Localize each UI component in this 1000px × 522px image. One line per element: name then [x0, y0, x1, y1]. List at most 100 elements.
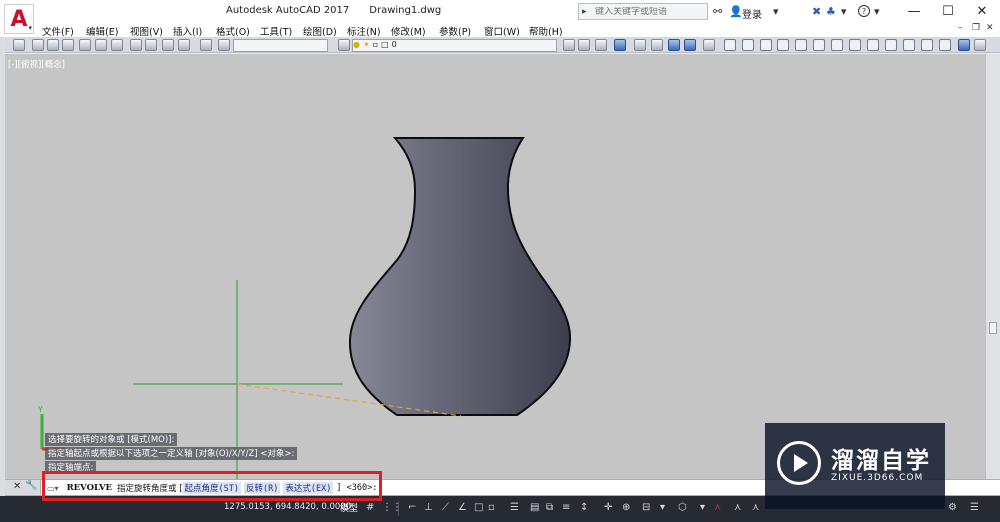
- copy-icon[interactable]: [145, 39, 157, 51]
- menu-item-view[interactable]: 视图(V): [130, 24, 163, 38]
- ucs-view-icon[interactable]: [795, 39, 807, 51]
- help-button[interactable]: ?: [858, 5, 870, 17]
- shaded-icon[interactable]: [668, 39, 680, 51]
- annotation-monitor-icon[interactable]: ⊟: [642, 502, 650, 513]
- named-ucs-icon[interactable]: [939, 39, 951, 51]
- chevron-down-icon[interactable]: ▾: [700, 502, 705, 513]
- search-input[interactable]: [595, 6, 705, 17]
- isometric-icon[interactable]: ⟋: [442, 502, 449, 513]
- chevron-down-icon[interactable]: ▾: [841, 5, 847, 18]
- transparency-icon[interactable]: ▤: [530, 502, 539, 513]
- chevron-down-icon[interactable]: ▾: [874, 5, 880, 18]
- lineweight-icon[interactable]: ☰: [510, 502, 519, 513]
- a360-icon[interactable]: ♣: [826, 5, 836, 18]
- user-icon[interactable]: 👤: [729, 5, 743, 18]
- save-icon[interactable]: [62, 39, 74, 51]
- undo-icon[interactable]: [200, 39, 212, 51]
- auto-scale-icon[interactable]: ⋏: [752, 502, 759, 513]
- publish-icon[interactable]: [111, 39, 123, 51]
- chevron-down-icon[interactable]: ▾: [773, 5, 779, 18]
- application-menu-button[interactable]: A ▾: [4, 4, 34, 34]
- match-properties-icon[interactable]: [178, 39, 190, 51]
- ucs-3point-icon[interactable]: [849, 39, 861, 51]
- dynamic-input-icon[interactable]: ↕: [580, 502, 588, 513]
- menu-item-modify[interactable]: 修改(M): [391, 24, 426, 38]
- realistic-icon[interactable]: [634, 39, 646, 51]
- menu-item-parametric[interactable]: 参数(P): [439, 24, 471, 38]
- redo-icon[interactable]: [218, 39, 230, 51]
- menu-item-dimension[interactable]: 标注(N): [347, 24, 381, 38]
- polar-icon[interactable]: ⊥: [424, 502, 433, 513]
- layer-previous-icon[interactable]: [578, 39, 590, 51]
- make-current-icon[interactable]: [563, 39, 575, 51]
- menu-item-file[interactable]: 文件(F): [42, 24, 74, 38]
- command-line-grip[interactable]: ✕ 🔧: [5, 480, 41, 495]
- ucs-x-icon[interactable]: [867, 39, 879, 51]
- hardware-acceleration-icon[interactable]: ⚙: [948, 502, 957, 513]
- ucs-y-icon[interactable]: [885, 39, 897, 51]
- drawing-viewport[interactable]: Y [-][俯视][概念]: [5, 54, 985, 479]
- ucs-z-icon[interactable]: [903, 39, 915, 51]
- cut-icon[interactable]: [130, 39, 142, 51]
- gizmo-icon[interactable]: ⊕: [622, 502, 630, 513]
- wrench-icon[interactable]: 🔧: [25, 480, 37, 491]
- ucs-previous-icon[interactable]: [742, 39, 754, 51]
- doc-minimize-icon[interactable]: –: [958, 23, 963, 33]
- material-icon[interactable]: [703, 39, 715, 51]
- menu-item-format[interactable]: 格式(O): [216, 24, 250, 38]
- maximize-button[interactable]: ☐: [931, 0, 965, 22]
- quick-properties-icon[interactable]: ⬡: [678, 502, 687, 513]
- plot-icon[interactable]: [79, 39, 91, 51]
- annotation-visibility-icon[interactable]: ⋏: [734, 502, 741, 513]
- ortho-icon[interactable]: ⌐: [408, 502, 416, 513]
- revolved-vase-solid[interactable]: [348, 137, 572, 416]
- object-snap-icon[interactable]: □: [474, 502, 483, 513]
- paste-icon[interactable]: [162, 39, 174, 51]
- ucs-face-icon[interactable]: [760, 39, 772, 51]
- layer-properties-icon[interactable]: [338, 39, 350, 51]
- menu-item-insert[interactable]: 插入(I): [173, 24, 202, 38]
- open-file-icon[interactable]: [47, 39, 59, 51]
- workspace-dropdown[interactable]: [233, 39, 328, 52]
- 3d-osnap-icon[interactable]: ▫: [488, 502, 495, 513]
- ucs-apply-icon[interactable]: [921, 39, 933, 51]
- scrollbar-thumb[interactable]: [989, 322, 997, 334]
- snap-icon[interactable]: ⋮⋮: [382, 502, 402, 513]
- login-button[interactable]: 登录: [742, 6, 762, 21]
- ucs-object-icon[interactable]: [777, 39, 789, 51]
- units-icon[interactable]: ▾: [660, 502, 665, 513]
- selection-filter-icon[interactable]: ✛: [604, 502, 612, 513]
- conceptual-icon[interactable]: [651, 39, 663, 51]
- menu-item-edit[interactable]: 编辑(E): [86, 24, 118, 38]
- ucs-world-icon[interactable]: [724, 39, 736, 51]
- menu-item-draw[interactable]: 绘图(D): [303, 24, 337, 38]
- render-icon[interactable]: [684, 39, 696, 51]
- layer-state-icon[interactable]: [595, 39, 607, 51]
- close-button[interactable]: ✕: [965, 0, 999, 22]
- grid-icon[interactable]: #: [366, 502, 374, 513]
- ucs-zaxis-icon[interactable]: [831, 39, 843, 51]
- object-snap-tracking-icon[interactable]: ∠: [458, 502, 467, 513]
- customize-icon[interactable]: ☰: [970, 502, 979, 513]
- doc-close-icon[interactable]: ✕: [986, 23, 994, 33]
- menu-item-help[interactable]: 帮助(H): [529, 24, 563, 38]
- layer-dropdown[interactable]: ● ✶ ▫ □ 0: [352, 39, 557, 52]
- cursor-coordinates[interactable]: 1275.0153, 694.8420, 0.0000: [224, 502, 351, 512]
- selection-cycling-icon[interactable]: ⧉: [546, 502, 553, 513]
- qnew-icon[interactable]: [32, 39, 44, 51]
- vertical-scrollbar[interactable]: [985, 54, 1000, 479]
- dynamic-ucs-icon[interactable]: ≡: [562, 502, 570, 513]
- ucs-origin-icon[interactable]: [813, 39, 825, 51]
- steering-wheel-icon[interactable]: [974, 39, 986, 51]
- doc-restore-icon[interactable]: ❐: [972, 23, 980, 33]
- minimize-button[interactable]: —: [897, 0, 931, 22]
- drawing-canvas[interactable]: Y: [5, 54, 985, 479]
- new-file-icon[interactable]: [13, 39, 25, 51]
- search-box[interactable]: ▸: [578, 3, 708, 20]
- exchange-apps-icon[interactable]: ✖: [812, 5, 821, 18]
- menu-item-tools[interactable]: 工具(T): [260, 24, 292, 38]
- orbit-icon[interactable]: [958, 39, 970, 51]
- preview-icon[interactable]: [95, 39, 107, 51]
- viewport-controls-label[interactable]: [-][俯视][概念]: [8, 58, 65, 70]
- model-space-button[interactable]: 模型: [340, 501, 358, 514]
